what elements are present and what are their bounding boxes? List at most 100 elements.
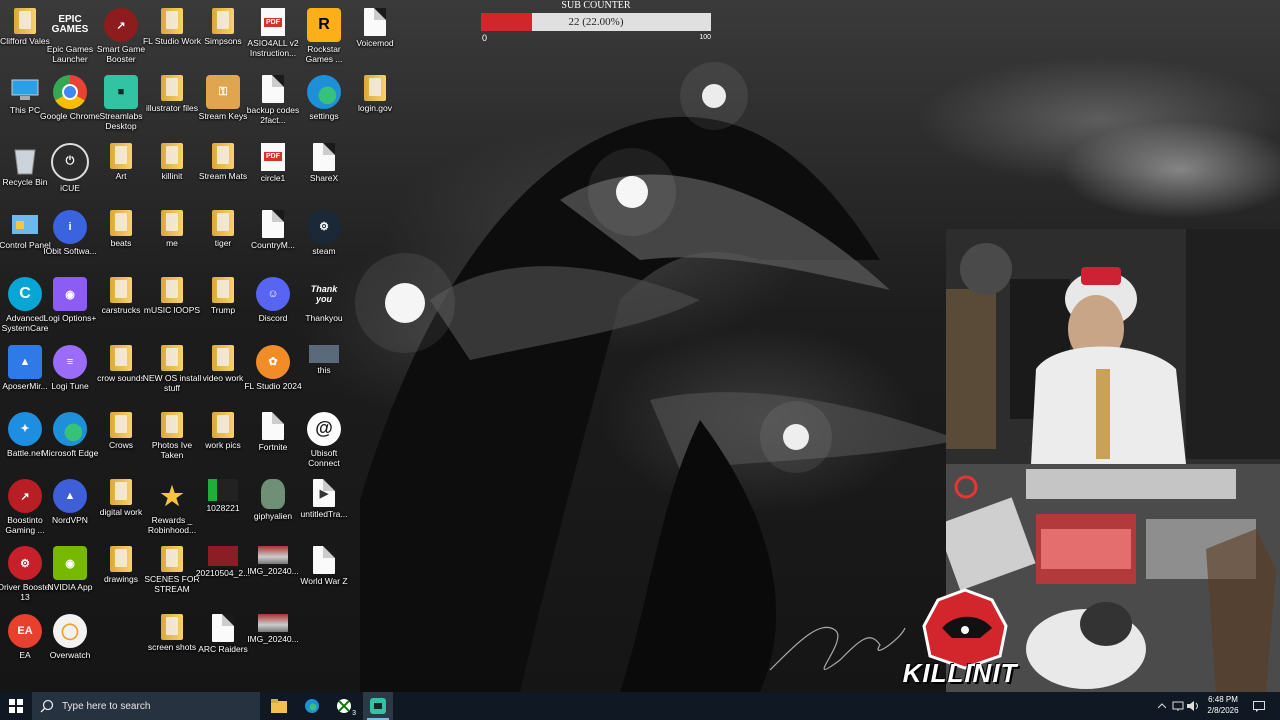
clock-time: 6:48 PM (1208, 695, 1238, 704)
tray-overflow-chevron[interactable] (1155, 692, 1169, 720)
folder-icon (110, 479, 132, 506)
edge-icon (307, 75, 341, 110)
taskbar-clock[interactable]: 6:48 PM 2/8/2026 (1200, 694, 1246, 716)
icue-icon: ⏻ (51, 142, 89, 181)
taskbar-file-explorer[interactable] (264, 692, 294, 720)
audio-file-icon: ▶ (313, 479, 335, 508)
document-icon (262, 411, 284, 440)
desktop-icon-label: World War Z (300, 576, 348, 587)
killinit-logo-text: KILLINIT (902, 658, 1018, 688)
nordvpn-icon: ▲ (53, 479, 87, 514)
folder-icon (364, 75, 386, 102)
windows-logo-icon (9, 699, 23, 713)
desktop-icon-label: this (317, 364, 331, 375)
streamlabs-icon: ■ (104, 75, 138, 110)
desktop-icon-label: Voicemod (356, 38, 394, 48)
desktop-icon[interactable]: ⚙ steam (294, 209, 354, 274)
desktop-icon[interactable]: ◯ Overwatch (40, 613, 100, 678)
desktop-icon-label: Ubisoft Connect (308, 447, 340, 468)
xbox-badge: 3 (352, 710, 356, 717)
ea-icon: EA (8, 613, 42, 648)
logi-options-icon: ◉ (53, 277, 87, 312)
this-pc-icon (11, 79, 39, 101)
taskbar-edge[interactable] (297, 692, 327, 720)
epic-games-icon: EPIC GAMES (51, 14, 89, 35)
sub-counter-max: 100 (699, 34, 711, 41)
desktop-icon[interactable]: Thank you Thankyou (294, 277, 354, 341)
pdf-icon: PDF (261, 8, 285, 36)
edge-icon (305, 699, 319, 713)
sub-counter-widget: SUB COUNTER 22 (22.00%) 0 100 (481, 0, 711, 44)
document-icon (262, 75, 284, 104)
file-explorer-icon (271, 699, 287, 713)
desktop-icon[interactable]: login.gov (345, 75, 405, 139)
notifications-button[interactable] (1250, 692, 1268, 720)
rewards-star-icon: ★ (160, 480, 184, 511)
overwatch-icon: ◯ (53, 613, 87, 648)
desktop-icon[interactable]: ShareX (294, 142, 354, 207)
iobit-icon: i (53, 209, 87, 244)
search-icon (40, 699, 54, 713)
ubisoft-icon: @ (307, 411, 341, 446)
folder-icon (110, 411, 132, 438)
desktop-icon[interactable]: ▶ untitledTra... (294, 479, 354, 543)
folder-icon (161, 613, 183, 640)
advanced-systemcare-icon: C (8, 277, 42, 312)
taskbar-xbox[interactable]: 3 (330, 692, 360, 720)
desktop-icon-label: IMG_20240... (247, 633, 299, 644)
tray-volume[interactable] (1186, 692, 1200, 720)
pdf-icon: PDF (261, 142, 285, 171)
folder-user-icon (14, 8, 36, 34)
folder-icon (161, 142, 183, 169)
clock-date: 2/8/2026 (1207, 706, 1239, 715)
image-file-icon (309, 344, 339, 363)
folder-icon (161, 75, 183, 102)
folder-icon (161, 344, 183, 371)
folder-icon (212, 142, 234, 169)
folder-icon (161, 8, 183, 34)
apowermirror-icon: ▲ (8, 344, 42, 379)
folder-icon (161, 209, 183, 236)
nvidia-icon: ◉ (53, 546, 87, 581)
sub-counter-value: 22 (22.00%) (568, 16, 624, 28)
desktop-icon-label: steam (312, 245, 336, 256)
recycle-bin-icon (14, 149, 36, 175)
taskbar: Type here to search 3 6:48 PM 2/8/2026 (0, 692, 1280, 720)
folder-icon (161, 546, 183, 573)
folder-icon (161, 277, 183, 304)
thankyou-image-icon: Thank you (310, 284, 338, 305)
document-icon (313, 546, 335, 575)
desktop-icon[interactable]: Voicemod (345, 8, 405, 72)
start-button[interactable] (0, 692, 32, 720)
document-icon (262, 209, 284, 238)
taskbar-streamlabs[interactable] (363, 692, 393, 720)
folder-icon (212, 344, 234, 371)
folder-icon (110, 277, 132, 304)
chevron-up-icon (1158, 703, 1166, 709)
rockstar-icon: R (307, 8, 341, 42)
tray-network[interactable] (1171, 692, 1185, 720)
image-file-icon (258, 613, 288, 632)
desktop-icon[interactable]: IMG_20240... (243, 613, 303, 678)
control-panel-icon (12, 214, 38, 234)
folder-icon (161, 411, 183, 438)
desktop-icon-label: Overwatch (49, 649, 91, 660)
folder-icon (212, 277, 234, 304)
desktop-icon[interactable]: World War Z (294, 546, 354, 610)
desktop-icon[interactable]: this (294, 344, 354, 409)
smart-game-booster-icon: ↗ (104, 8, 138, 42)
steam-icon: ⚙ (307, 209, 341, 244)
folder-icon (212, 8, 234, 34)
folder-icon (110, 209, 132, 236)
logi-tune-icon: ≡ (53, 344, 87, 379)
alien-image-icon (261, 479, 285, 510)
folder-icon (110, 142, 132, 169)
taskbar-search-box[interactable]: Type here to search (32, 692, 260, 720)
folder-icon (212, 411, 234, 438)
sub-counter-title: SUB COUNTER (561, 0, 631, 11)
killinit-logo: KILLINIT (880, 588, 1040, 688)
notification-icon (1253, 700, 1265, 712)
document-icon (212, 613, 234, 642)
network-icon (1172, 701, 1184, 711)
desktop-icon[interactable]: @ Ubisoft Connect (294, 411, 354, 476)
